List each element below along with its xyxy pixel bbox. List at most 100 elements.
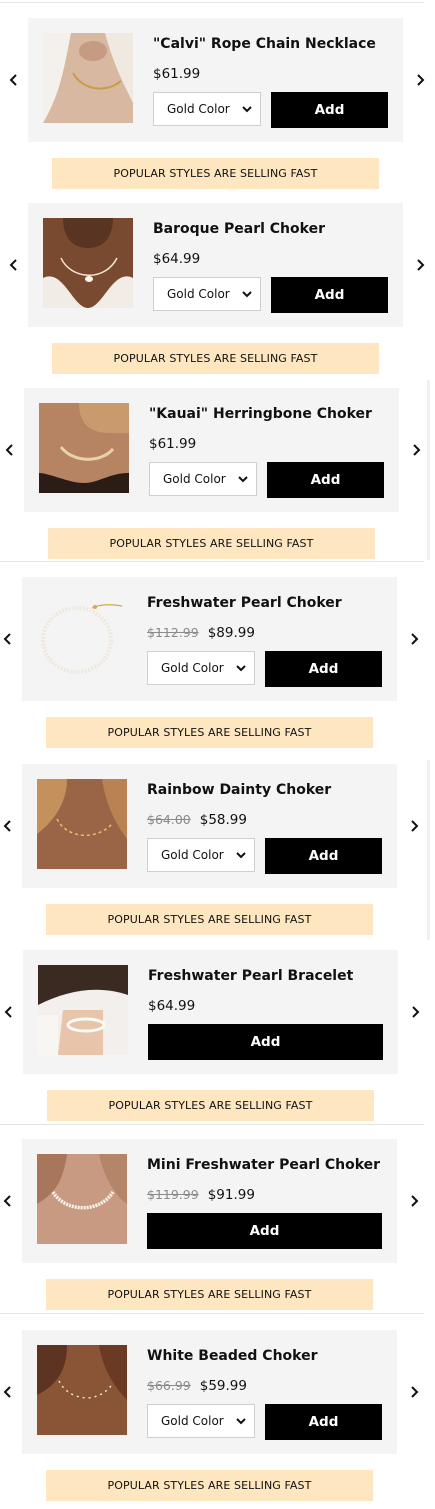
variant-select-value: Gold Color	[167, 287, 230, 301]
product-price: $61.99	[149, 436, 197, 452]
product-card: "Calvi" Rope Chain Necklace $61.99 Gold Co…	[28, 18, 403, 142]
urgency-banner: POPULAR STYLES ARE SELLING FAST	[47, 1090, 374, 1121]
product-title[interactable]: White Beaded Choker	[147, 1348, 318, 1364]
carousel-prev-button[interactable]	[4, 443, 16, 457]
product-image[interactable]	[39, 403, 129, 493]
product-title[interactable]: Baroque Pearl Choker	[153, 221, 325, 237]
product-image[interactable]	[37, 779, 127, 869]
product-image[interactable]	[43, 33, 133, 123]
add-to-cart-button[interactable]: Add	[271, 92, 388, 128]
carousel-prev-button[interactable]	[2, 1385, 14, 1399]
product-price: $61.99	[153, 66, 201, 82]
variant-select-value: Gold Color	[161, 661, 224, 675]
product-card: Baroque Pearl Choker $64.99 Gold Color Add	[28, 203, 403, 327]
urgency-banner: POPULAR STYLES ARE SELLING FAST	[46, 904, 373, 935]
product-price-row: $61.99	[149, 436, 196, 452]
add-to-cart-button[interactable]: Add	[148, 1024, 383, 1060]
scrollbar-track[interactable]	[427, 380, 430, 560]
product-card: White Beaded Choker $66.99 $59.99 Gold Colo…	[22, 1330, 397, 1454]
variant-select[interactable]: Gold Color	[149, 462, 257, 496]
add-to-cart-button[interactable]: Add	[147, 1213, 382, 1249]
add-to-cart-button[interactable]: Add	[265, 1404, 382, 1440]
product-title[interactable]: "Calvi" Rope Chain Necklace	[153, 36, 376, 52]
urgency-banner: POPULAR STYLES ARE SELLING FAST	[52, 343, 379, 374]
scrollbar-track[interactable]	[427, 760, 430, 940]
product-price: $58.99	[199, 812, 247, 828]
variant-select[interactable]: Gold Color	[153, 92, 261, 126]
product-price-row: $64.00 $58.99	[147, 812, 247, 828]
add-to-cart-button[interactable]: Add	[265, 838, 382, 874]
product-title[interactable]: "Kauai" Herringbone Choker	[149, 406, 372, 422]
add-to-cart-button[interactable]: Add	[267, 462, 384, 498]
carousel-prev-button[interactable]	[2, 819, 14, 833]
add-to-cart-button[interactable]: Add	[265, 651, 382, 687]
product-price-row: $112.99 $89.99	[147, 625, 255, 641]
section-divider	[0, 561, 424, 562]
chevron-down-icon	[241, 288, 253, 300]
product-image[interactable]	[37, 592, 127, 682]
carousel-prev-button[interactable]	[8, 73, 20, 87]
variant-select[interactable]: Gold Color	[147, 651, 255, 685]
product-title[interactable]: Freshwater Pearl Choker	[147, 595, 342, 611]
product-image[interactable]	[38, 965, 128, 1055]
variant-select[interactable]: Gold Color	[147, 838, 255, 872]
chevron-left-icon	[8, 73, 20, 87]
carousel-prev-button[interactable]	[3, 1005, 15, 1019]
product-card: "Kauai" Herringbone Choker $61.99 Gold Col…	[24, 388, 399, 512]
product-title[interactable]: Rainbow Dainty Choker	[147, 782, 331, 798]
carousel-next-button[interactable]	[408, 819, 420, 833]
product-price-row: $119.99 $91.99	[147, 1187, 255, 1203]
chevron-down-icon	[235, 662, 247, 674]
chevron-right-icon	[414, 258, 426, 272]
carousel-next-button[interactable]	[409, 1005, 421, 1019]
product-card: Freshwater Pearl Bracelet $64.99 Add	[23, 950, 398, 1074]
variant-select[interactable]: Gold Color	[153, 277, 261, 311]
carousel-next-button[interactable]	[408, 1385, 420, 1399]
product-title[interactable]: Mini Freshwater Pearl Choker	[147, 1157, 380, 1173]
chevron-down-icon	[235, 1415, 247, 1427]
chevron-right-icon	[408, 819, 420, 833]
product-price-row: $66.99 $59.99	[147, 1378, 247, 1394]
product-card: Mini Freshwater Pearl Choker $119.99 $91.9…	[22, 1139, 397, 1263]
carousel-next-button[interactable]	[414, 73, 426, 87]
product-price: $89.99	[207, 625, 255, 641]
urgency-banner: POPULAR STYLES ARE SELLING FAST	[46, 1279, 373, 1310]
product-price-row: $61.99	[153, 66, 200, 82]
product-price: $59.99	[199, 1378, 247, 1394]
chevron-left-icon	[8, 258, 20, 272]
chevron-down-icon	[237, 473, 249, 485]
chevron-right-icon	[409, 1005, 421, 1019]
product-image[interactable]	[37, 1154, 127, 1244]
add-to-cart-button[interactable]: Add	[271, 277, 388, 313]
chevron-left-icon	[2, 632, 14, 646]
chevron-down-icon	[241, 103, 253, 115]
urgency-banner: POPULAR STYLES ARE SELLING FAST	[52, 158, 379, 189]
section-divider	[0, 1124, 424, 1125]
product-card: Rainbow Dainty Choker $64.00 $58.99 Gold Co…	[22, 764, 397, 888]
variant-select[interactable]: Gold Color	[147, 1404, 255, 1438]
top-divider	[0, 2, 424, 3]
chevron-left-icon	[2, 819, 14, 833]
carousel-next-button[interactable]	[414, 258, 426, 272]
urgency-banner: POPULAR STYLES ARE SELLING FAST	[46, 717, 373, 748]
product-card: Freshwater Pearl Choker $112.99 $89.99 Gold…	[22, 577, 397, 701]
carousel-next-button[interactable]	[408, 1194, 420, 1208]
product-image[interactable]	[43, 218, 133, 308]
product-price-row: $64.99	[148, 998, 195, 1014]
chevron-right-icon	[408, 632, 420, 646]
carousel-prev-button[interactable]	[2, 1194, 14, 1208]
carousel-next-button[interactable]	[408, 632, 420, 646]
carousel-prev-button[interactable]	[2, 632, 14, 646]
compare-at-price: $66.99	[147, 1378, 191, 1393]
chevron-left-icon	[4, 443, 16, 457]
carousel-next-button[interactable]	[410, 443, 422, 457]
variant-select-value: Gold Color	[161, 1414, 224, 1428]
product-title[interactable]: Freshwater Pearl Bracelet	[148, 968, 353, 984]
product-price: $64.99	[153, 251, 201, 267]
chevron-down-icon	[235, 849, 247, 861]
carousel-prev-button[interactable]	[8, 258, 20, 272]
urgency-banner: POPULAR STYLES ARE SELLING FAST	[46, 1470, 373, 1501]
product-image[interactable]	[37, 1345, 127, 1435]
variant-select-value: Gold Color	[161, 848, 224, 862]
variant-select-value: Gold Color	[163, 472, 226, 486]
